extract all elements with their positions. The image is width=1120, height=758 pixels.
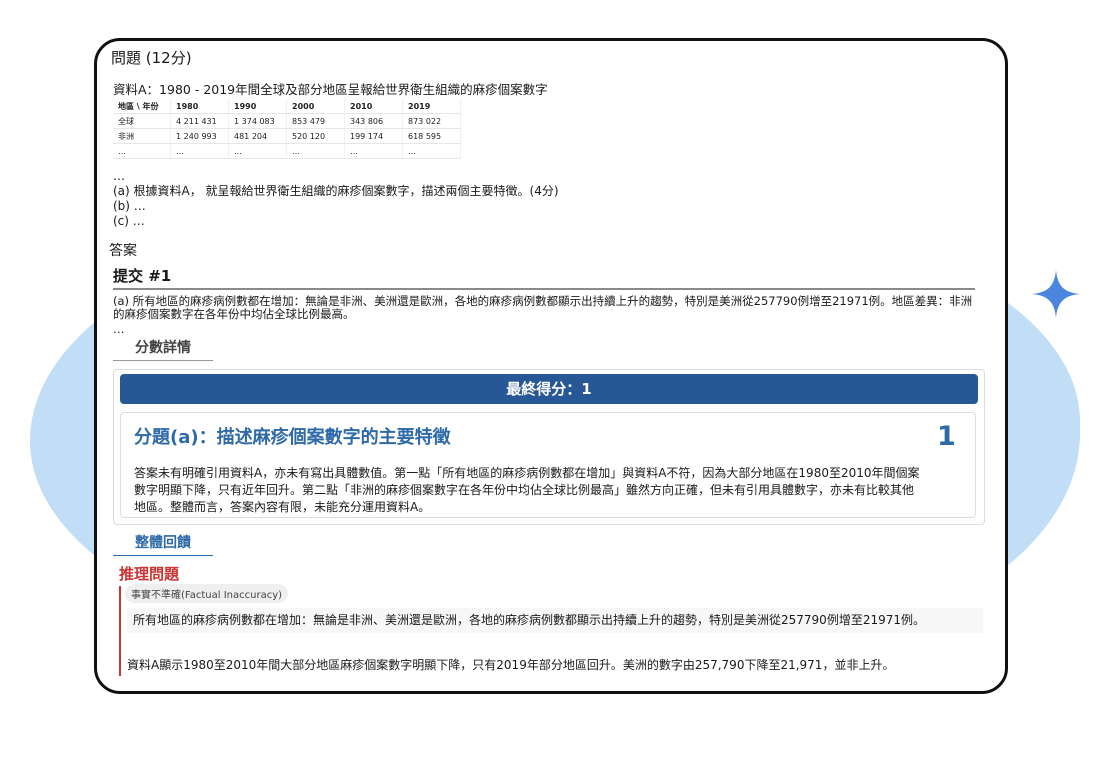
issue-marker — [119, 586, 121, 676]
table-cell: 481 204 — [228, 128, 287, 144]
table-cell: 4 211 431 — [170, 113, 229, 129]
table-cell: 520 120 — [286, 128, 345, 144]
part-comment: 答案未有明確引用資料A，亦未有寫出具體數值。第一點「所有地區的麻疹病例數都在增加… — [134, 466, 920, 514]
answer-label: 答案 — [109, 243, 137, 259]
question-ellipsis: … — [113, 169, 125, 183]
table-cell: … — [286, 143, 345, 159]
table-cell: 873 022 — [402, 113, 461, 129]
source-label: 資料A：1980 - 2019年間全球及部分地區呈報給世界衛生組織的麻疹個案數字 — [113, 82, 548, 97]
column-header: 2000 — [286, 99, 345, 114]
tab-score-details[interactable]: 分數詳情 — [113, 337, 213, 361]
table-cell: 1 374 083 — [228, 113, 287, 129]
tab-overall-feedback[interactable]: 整體回饋 — [113, 532, 213, 556]
table-cell: 343 806 — [344, 113, 403, 129]
divider — [113, 288, 975, 290]
reasoning-issue-title: 推理問題 — [119, 565, 180, 583]
score-panel: 最終得分：1 分題(a)：描述麻疹個案數字的主要特徵 1 答案未有明確引用資料A… — [113, 369, 985, 525]
sparkle-icon — [1032, 270, 1080, 318]
data-table: 地區 \ 年份 1980 1990 2000 2010 2019 全球 4 21… — [113, 99, 461, 159]
column-header: 1990 — [228, 99, 287, 114]
table-cell: 618 595 — [402, 128, 461, 144]
table-cell: 全球 — [113, 113, 171, 129]
table-cell: 非洲 — [113, 128, 171, 144]
part-score: 1 — [937, 421, 956, 452]
screenshot-card: 問題 (12分) 資料A：1980 - 2019年間全球及部分地區呈報給世界衛生… — [94, 38, 1008, 694]
question-title: 問題 (12分) — [111, 49, 192, 67]
table-header-row: 地區 \ 年份 1980 1990 2000 2010 2019 — [113, 99, 461, 114]
part-title: 分題(a)：描述麻疹個案數字的主要特徵 — [134, 427, 451, 448]
table-cell: … — [402, 143, 461, 159]
submission-title: 提交 #1 — [113, 267, 172, 285]
table-row: … … … … … … — [113, 143, 461, 159]
column-header: 地區 \ 年份 — [113, 99, 171, 114]
question-part-b: (b) … — [113, 199, 146, 213]
issue-badge: 事實不準確(Factual Inaccuracy) — [125, 584, 289, 603]
table-cell: 199 174 — [344, 128, 403, 144]
table-row: 非洲 1 240 993 481 204 520 120 199 174 618… — [113, 128, 461, 144]
quoted-answer: 所有地區的麻疹病例數都在增加：無論是非洲、美洲還是歐洲，各地的麻疹病例數都顯示出… — [127, 608, 983, 633]
table-cell: … — [228, 143, 287, 159]
table-cell: 1 240 993 — [170, 128, 229, 144]
table-cell: … — [170, 143, 229, 159]
table-row: 全球 4 211 431 1 374 083 853 479 343 806 8… — [113, 113, 461, 129]
question-part-c: (c) … — [113, 214, 145, 228]
table-cell: 853 479 — [286, 113, 345, 129]
question-part-a: (a) 根據資料A， 就呈報給世界衛生組織的麻疹個案數字，描述兩個主要特徵。(4… — [113, 184, 559, 198]
column-header: 2019 — [402, 99, 461, 114]
final-score-bar: 最終得分：1 — [120, 374, 978, 404]
table-cell: … — [113, 143, 171, 159]
column-header: 1980 — [170, 99, 229, 114]
answer-text: (a) 所有地區的麻疹病例數都在增加：無論是非洲、美洲還是歐洲，各地的麻疹病例數… — [113, 294, 973, 321]
correction-text: 資料A顯示1980至2010年間大部分地區麻疹個案數字明顯下降，只有2019年部… — [127, 658, 895, 672]
answer-ellipsis: … — [113, 322, 125, 336]
question-parts: (a) 根據資料A， 就呈報給世界衛生組織的麻疹個案數字，描述兩個主要特徵。(4… — [113, 184, 559, 229]
part-score-card: 分題(a)：描述麻疹個案數字的主要特徵 1 答案未有明確引用資料A，亦未有寫出具… — [120, 412, 976, 518]
column-header: 2010 — [344, 99, 403, 114]
table-cell: … — [344, 143, 403, 159]
